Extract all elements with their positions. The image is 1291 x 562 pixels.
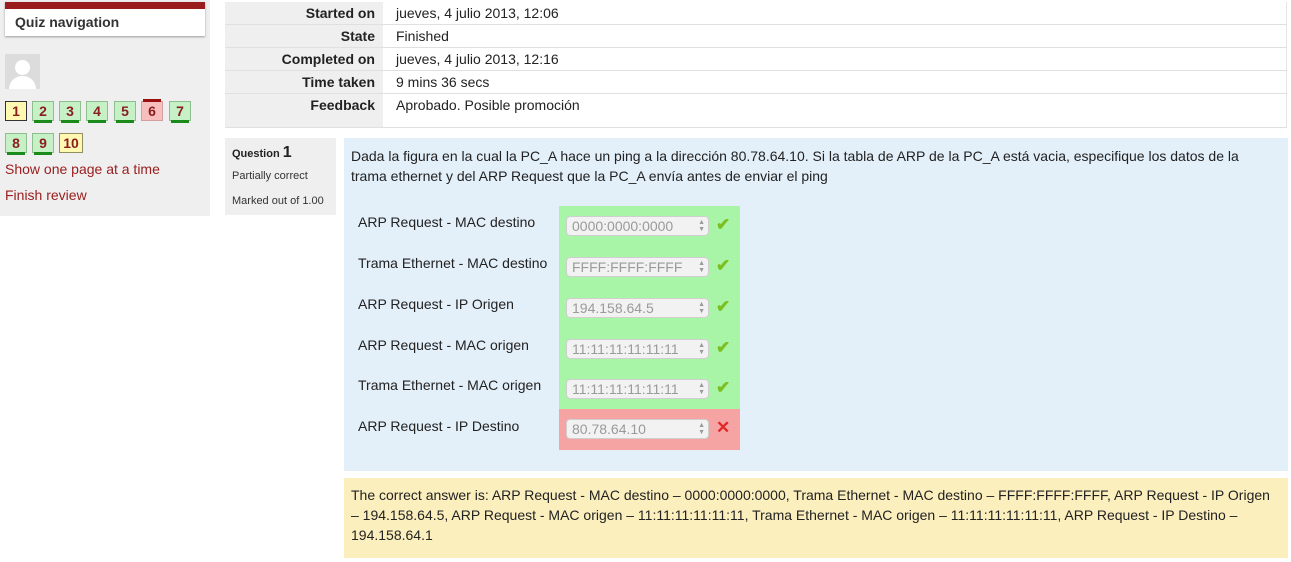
summary-label: State — [225, 24, 383, 48]
answer-select[interactable]: FFFF:FFFF:FFFF ▲ ▼ — [566, 257, 709, 277]
question-number-value: 1 — [282, 144, 292, 161]
finish-review-link[interactable]: Finish review — [5, 187, 87, 203]
answer-select-value: 0000:0000:0000 — [572, 218, 674, 234]
show-one-page-link[interactable]: Show one page at a time — [5, 161, 160, 177]
question-button-9[interactable]: 9 — [32, 133, 54, 155]
question-button-8[interactable]: 8 — [5, 133, 27, 155]
question-button-2[interactable]: 2 — [32, 101, 54, 123]
answer-select[interactable]: 194.158.64.5 ▲ ▼ — [566, 298, 709, 318]
answer-cell-correct: 0000:0000:0000 ▲ ▼ ✔ — [559, 206, 740, 247]
summary-label: Started on — [225, 2, 383, 25]
summary-row-state: State Finished — [225, 24, 1287, 48]
summary-value: Finished — [383, 24, 1287, 48]
check-icon: ✔ — [716, 378, 731, 397]
answer-row-label: ARP Request - IP Origen — [358, 296, 514, 312]
question-button-3[interactable]: 3 — [59, 101, 81, 123]
answer-select-value: 11:11:11:11:11:11 — [572, 381, 679, 397]
check-icon: ✔ — [716, 215, 731, 234]
question-button-5[interactable]: 5 — [114, 101, 136, 123]
right-answer-box: The correct answer is: ARP Request - MAC… — [344, 478, 1288, 558]
summary-label: Time taken — [225, 70, 383, 94]
question-grade: Marked out of 1.00 — [232, 195, 324, 207]
answer-cell-incorrect: 80.78.64.10 ▲ ▼ ✕ — [559, 409, 740, 450]
quiz-navigation-header: Quiz navigation — [5, 2, 205, 36]
summary-row-completed: Completed on jueves, 4 julio 2013, 12:16 — [225, 47, 1287, 71]
answer-select-value: 11:11:11:11:11:11 — [572, 341, 679, 357]
user-avatar-icon[interactable] — [5, 54, 40, 89]
summary-row-started: Started on jueves, 4 julio 2013, 12:06 — [225, 2, 1287, 25]
quiz-navigation-title: Quiz navigation — [15, 14, 120, 30]
answer-select[interactable]: 11:11:11:11:11:11 ▲ ▼ — [566, 339, 709, 359]
answer-select[interactable]: 11:11:11:11:11:11 ▲ ▼ — [566, 379, 709, 399]
check-icon: ✔ — [716, 256, 731, 275]
summary-row-feedback: Feedback Aprobado. Posible promoción — [225, 93, 1287, 128]
answer-select-value: 80.78.64.10 — [572, 421, 646, 437]
summary-label: Completed on — [225, 47, 383, 71]
up-down-arrows-icon: ▲ ▼ — [698, 219, 705, 233]
answer-cell-correct: 11:11:11:11:11:11 ▲ ▼ ✔ — [559, 369, 740, 410]
up-down-arrows-icon: ▲ ▼ — [698, 260, 705, 274]
answer-row-label: ARP Request - IP Destino — [358, 418, 520, 434]
answer-cell-correct: 11:11:11:11:11:11 ▲ ▼ ✔ — [559, 329, 740, 370]
question-number: Question 1 — [232, 144, 292, 162]
question-info: Question 1 Partially correct Marked out … — [225, 138, 336, 215]
answer-select[interactable]: 80.78.64.10 ▲ ▼ — [566, 419, 709, 439]
summary-value: 9 mins 36 secs — [383, 70, 1287, 94]
up-down-arrows-icon: ▲ ▼ — [698, 342, 705, 356]
answer-select-value: FFFF:FFFF:FFFF — [572, 259, 683, 275]
check-icon: ✔ — [716, 297, 731, 316]
up-down-arrows-icon: ▲ ▼ — [698, 382, 705, 396]
question-button-7[interactable]: 7 — [169, 101, 191, 123]
answer-cell-correct: 194.158.64.5 ▲ ▼ ✔ — [559, 288, 740, 329]
cross-icon: ✕ — [716, 418, 731, 437]
question-content: Dada la figura en la cual la PC_A hace u… — [344, 138, 1288, 471]
summary-value: Aprobado. Posible promoción — [383, 93, 1287, 128]
answer-row-label: ARP Request - MAC origen — [358, 337, 529, 353]
question-state: Partially correct — [232, 170, 308, 182]
question-button-4[interactable]: 4 — [86, 101, 108, 123]
check-icon: ✔ — [716, 338, 731, 357]
summary-row-time-taken: Time taken 9 mins 36 secs — [225, 70, 1287, 94]
question-button-6[interactable]: 6 — [141, 99, 163, 121]
answer-row-label: Trama Ethernet - MAC origen — [358, 377, 542, 393]
up-down-arrows-icon: ▲ ▼ — [698, 301, 705, 315]
question-text: Dada la figura en la cual la PC_A hace u… — [351, 148, 1239, 184]
quiz-navigation-block: Quiz navigation 1 2 3 4 5 6 7 8 9 10 Sho… — [0, 0, 210, 216]
attempt-summary-table: Started on jueves, 4 julio 2013, 12:06 S… — [225, 2, 1287, 128]
question-prefix: Question — [232, 148, 280, 160]
answer-row-label: Trama Ethernet - MAC destino — [358, 255, 548, 271]
summary-value: jueves, 4 julio 2013, 12:16 — [383, 47, 1287, 71]
answer-select-value: 194.158.64.5 — [572, 300, 654, 316]
up-down-arrows-icon: ▲ ▼ — [698, 422, 705, 436]
summary-value: jueves, 4 julio 2013, 12:06 — [383, 2, 1287, 25]
question-button-10[interactable]: 10 — [59, 133, 83, 153]
right-answer-text: The correct answer is: ARP Request - MAC… — [351, 487, 1270, 543]
answer-select[interactable]: 0000:0000:0000 ▲ ▼ — [566, 216, 709, 236]
answer-row-label: ARP Request - MAC destino — [358, 214, 536, 230]
question-button-1[interactable]: 1 — [5, 101, 27, 121]
answer-cell-correct: FFFF:FFFF:FFFF ▲ ▼ ✔ — [559, 247, 740, 288]
summary-label: Feedback — [225, 93, 383, 128]
